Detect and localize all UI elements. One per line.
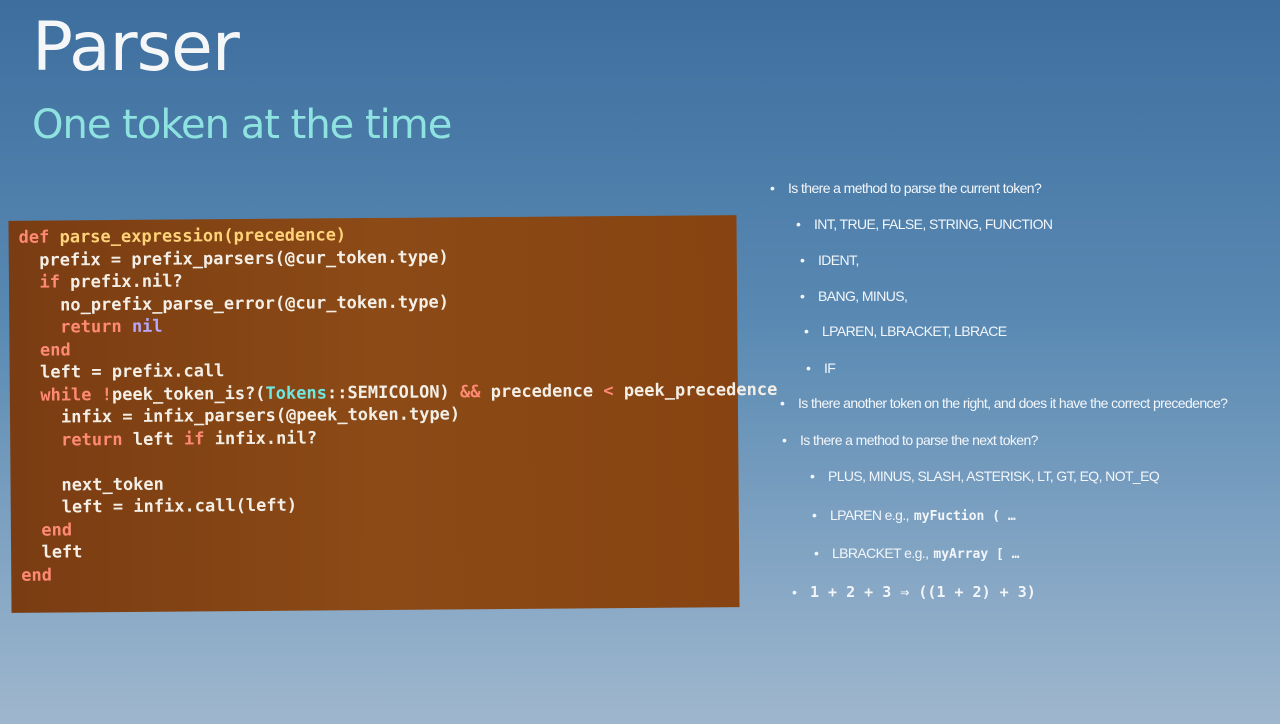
bullet-item: • PLUS, MINUS, SLASH, ASTERISK, LT, GT, E… [810,468,1160,484]
bullet-item: • Is there a method to parse the next tok… [782,432,1038,448]
bullet-text: Is there a method to parse the current t… [788,180,1042,196]
bullet-text: INT, TRUE, FALSE, STRING, FUNCTION [814,216,1053,232]
bullet-list: • Is there a method to parse the current … [0,0,1280,724]
bullet-text: LPAREN e.g., [830,507,910,523]
bullet-item: • Is there a method to parse the current … [770,180,1042,196]
bullet-item: • LBRACKET e.g., myArray [ … [814,545,1019,562]
bullet-dot-icon: • [804,323,809,339]
bullet-code: myFuction ( … [913,509,1016,524]
bullet-dot-icon: • [810,468,815,484]
bullet-item: • LPAREN, LBRACKET, LBRACE [804,323,1007,339]
bullet-dot-icon: • [800,288,805,304]
bullet-code: myArray [ … [933,547,1020,562]
bullet-text: PLUS, MINUS, SLASH, ASTERISK, LT, GT, EQ… [828,468,1160,484]
bullet-text: LBRACKET e.g., [832,545,929,561]
bullet-item: • LPAREN e.g., myFuction ( … [812,507,1016,524]
bullet-dot-icon: • [792,584,797,600]
bullet-dot-icon: • [800,252,805,268]
bullet-text: IF [824,360,836,376]
bullet-text: LPAREN, LBRACKET, LBRACE [822,323,1007,339]
bullet-item: • IDENT, [800,252,859,268]
bullet-text: BANG, MINUS, [818,288,908,304]
bullet-dot-icon: • [796,216,801,232]
bullet-dot-icon: • [782,432,787,448]
bullet-dot-icon: • [770,180,775,196]
bullet-dot-icon: • [812,507,817,523]
bullet-item: • Is there another token on the right, an… [780,395,1228,411]
bullet-dot-icon: • [814,545,819,561]
bullet-text: Is there a method to parse the next toke… [800,432,1038,448]
bullet-item: • BANG, MINUS, [800,288,908,304]
bullet-text: Is there another token on the right, and… [798,395,1228,411]
bullet-item: • 1 + 2 + 3 ⇒ ((1 + 2) + 3) [792,583,1036,601]
bullet-code: 1 + 2 + 3 ⇒ ((1 + 2) + 3) [810,583,1036,601]
bullet-item: • INT, TRUE, FALSE, STRING, FUNCTION [796,216,1053,232]
bullet-text: IDENT, [818,252,859,268]
bullet-dot-icon: • [806,360,811,376]
bullet-item: • IF [806,360,836,376]
bullet-dot-icon: • [780,395,785,411]
